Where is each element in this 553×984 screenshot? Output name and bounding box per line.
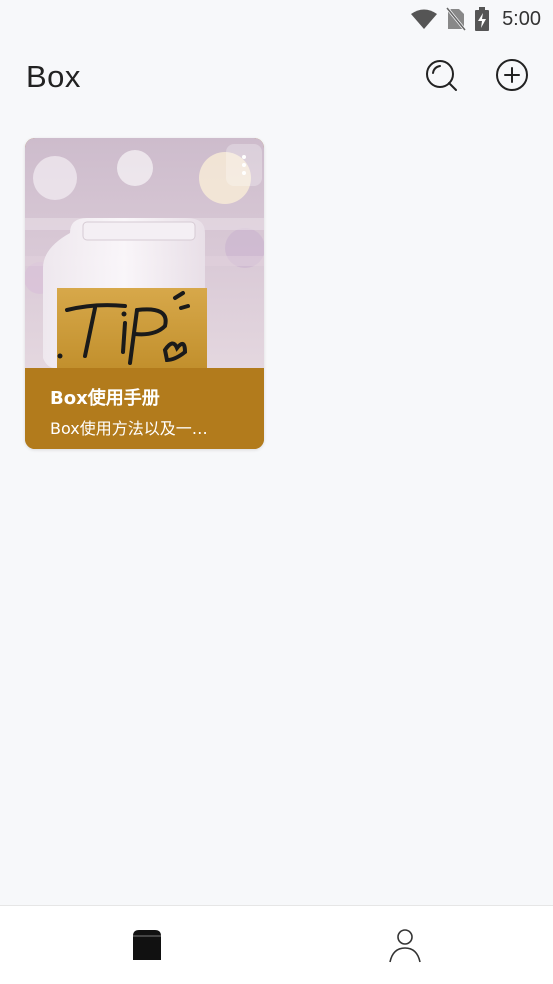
more-vertical-icon — [242, 155, 246, 159]
tab-profile[interactable] — [385, 926, 425, 966]
card-title: Box使用手册 — [50, 388, 160, 409]
status-icons: 5:00 — [410, 6, 541, 32]
no-sim-icon — [446, 7, 467, 31]
status-time: 5:00 — [502, 7, 541, 30]
tab-box[interactable] — [127, 926, 167, 966]
battery-charging-icon — [475, 7, 490, 31]
add-circle-icon — [496, 59, 528, 91]
card-description: Box使用方法以及一… — [50, 419, 208, 438]
box-tab-icon — [133, 930, 161, 960]
wifi-icon — [411, 9, 438, 29]
search-icon — [426, 60, 457, 91]
box-card[interactable]: Box使用手册 Box使用方法以及一… — [25, 138, 264, 449]
search-button[interactable] — [424, 58, 458, 92]
bottom-nav — [0, 905, 553, 984]
add-button[interactable] — [495, 58, 529, 92]
profile-tab-icon — [389, 929, 421, 963]
page-title: Box — [26, 59, 81, 94]
card-more-button[interactable] — [226, 144, 262, 186]
card-info: Box使用手册 Box使用方法以及一… — [25, 368, 264, 449]
status-bar: 5:00 — [0, 0, 553, 38]
